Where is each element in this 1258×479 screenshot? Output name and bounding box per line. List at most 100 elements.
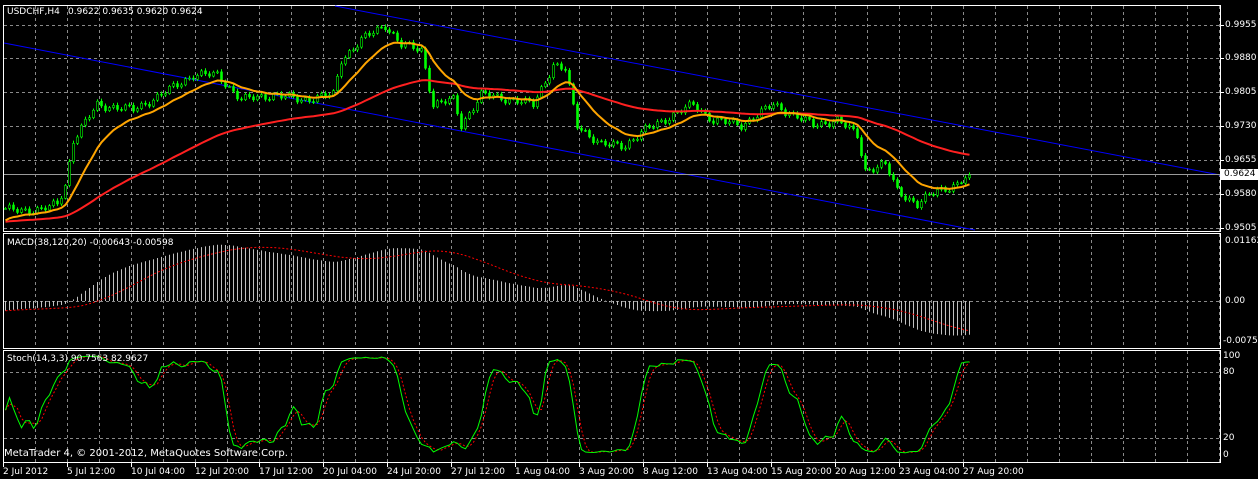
candle-body [112, 105, 115, 108]
date-tick: 23 Aug 04:00 [899, 467, 960, 477]
candle-body [804, 116, 807, 121]
candle-body [464, 118, 467, 130]
candle-body [28, 208, 31, 215]
candle-body [876, 166, 879, 173]
price-tick: 0.9655 [1225, 155, 1257, 165]
candle-body [80, 124, 83, 138]
candle-body [632, 139, 635, 142]
candle-body [172, 83, 175, 87]
candle-body [520, 102, 523, 104]
candle-body [20, 208, 23, 213]
candle-body [904, 195, 907, 201]
candle-body [860, 137, 863, 156]
price-tick: 0.9805 [1225, 87, 1257, 97]
candle-body [964, 177, 967, 184]
candle-body [256, 95, 259, 101]
candle-body [864, 155, 867, 170]
candle-body [148, 104, 151, 107]
candle-body [144, 102, 147, 105]
fast-moving-average-line [5, 41, 970, 222]
date-tick: 12 Jul 20:00 [195, 467, 249, 477]
candle-body [420, 48, 423, 52]
candle-body [764, 106, 767, 110]
candle-body [820, 121, 823, 127]
metatrader-chart-window[interactable]: USDCHF,H4 0.9622 0.9635 0.9620 0.9624 MA… [0, 0, 1258, 479]
candle-body [376, 26, 379, 34]
date-tick: 24 Jul 20:00 [387, 467, 441, 477]
candle-body [260, 94, 263, 97]
candle-body [16, 209, 19, 213]
stoch-tick: 20 [1223, 433, 1235, 443]
candle-body [892, 174, 895, 180]
candle-body [344, 57, 347, 65]
candle-body [672, 112, 675, 121]
candle-body [236, 90, 239, 100]
candle-body [24, 208, 27, 211]
candle-body [88, 117, 91, 120]
candle-body [48, 205, 51, 211]
candle-body [468, 112, 471, 120]
candle-body [852, 125, 855, 130]
candle-body [712, 120, 715, 124]
candle-body [664, 119, 667, 124]
candle-body [372, 32, 375, 36]
price-tick: 0.9505 [1225, 223, 1257, 233]
candle-body [60, 198, 63, 205]
candle-body [600, 140, 603, 143]
candle-body [104, 105, 107, 111]
candle-body [152, 99, 155, 107]
candle-body [384, 26, 387, 31]
candle-body [920, 201, 923, 208]
candle-body [136, 108, 139, 112]
candle-body [160, 93, 163, 96]
chart-canvas[interactable] [0, 0, 1258, 479]
candle-body [296, 96, 299, 103]
candle-body [232, 86, 235, 92]
candle-body [580, 127, 583, 131]
candle-body [340, 63, 343, 77]
candle-body [200, 70, 203, 76]
stoch-tick: 100 [1223, 351, 1241, 361]
candle-body [8, 204, 11, 209]
candle-body [380, 26, 383, 29]
candle-body [308, 97, 311, 102]
candle-body [668, 120, 671, 124]
candle-body [176, 83, 179, 88]
candle-body [508, 98, 511, 104]
candle-body [720, 117, 723, 120]
candle-body [584, 130, 587, 132]
candle-body [816, 125, 819, 128]
candle-body [480, 90, 483, 103]
candle-body [216, 71, 219, 74]
candle-body [564, 68, 567, 71]
candle-body [832, 121, 835, 127]
candle-body [872, 169, 875, 173]
candle-body [544, 82, 547, 87]
candle-body [476, 102, 479, 112]
candle-body [692, 101, 695, 105]
candle-body [68, 161, 71, 186]
candle-body [560, 63, 563, 70]
candle-body [300, 99, 303, 103]
stoch-label: Stoch(14,3,3) 90.7563 82.9627 [7, 354, 149, 364]
macd-label: MACD(38,120,20) -0.00643 -0.00598 [7, 238, 174, 248]
candle-body [248, 94, 251, 98]
candle-body [76, 136, 79, 144]
candle-body [504, 99, 507, 104]
candle-body [768, 106, 771, 109]
candle-body [936, 189, 939, 196]
candle-body [472, 110, 475, 113]
candle-body [244, 94, 247, 101]
candle-body [448, 98, 451, 104]
candle-body [576, 103, 579, 129]
channel-upper-line [334, 5, 1221, 176]
candle-body [532, 100, 535, 108]
candle-body [4, 208, 7, 210]
candle-body [56, 200, 59, 205]
candle-body [588, 130, 591, 138]
candle-body [204, 70, 207, 75]
candle-body [164, 93, 167, 96]
candle-body [212, 71, 215, 77]
candle-body [92, 109, 95, 118]
candle-body [188, 77, 191, 80]
